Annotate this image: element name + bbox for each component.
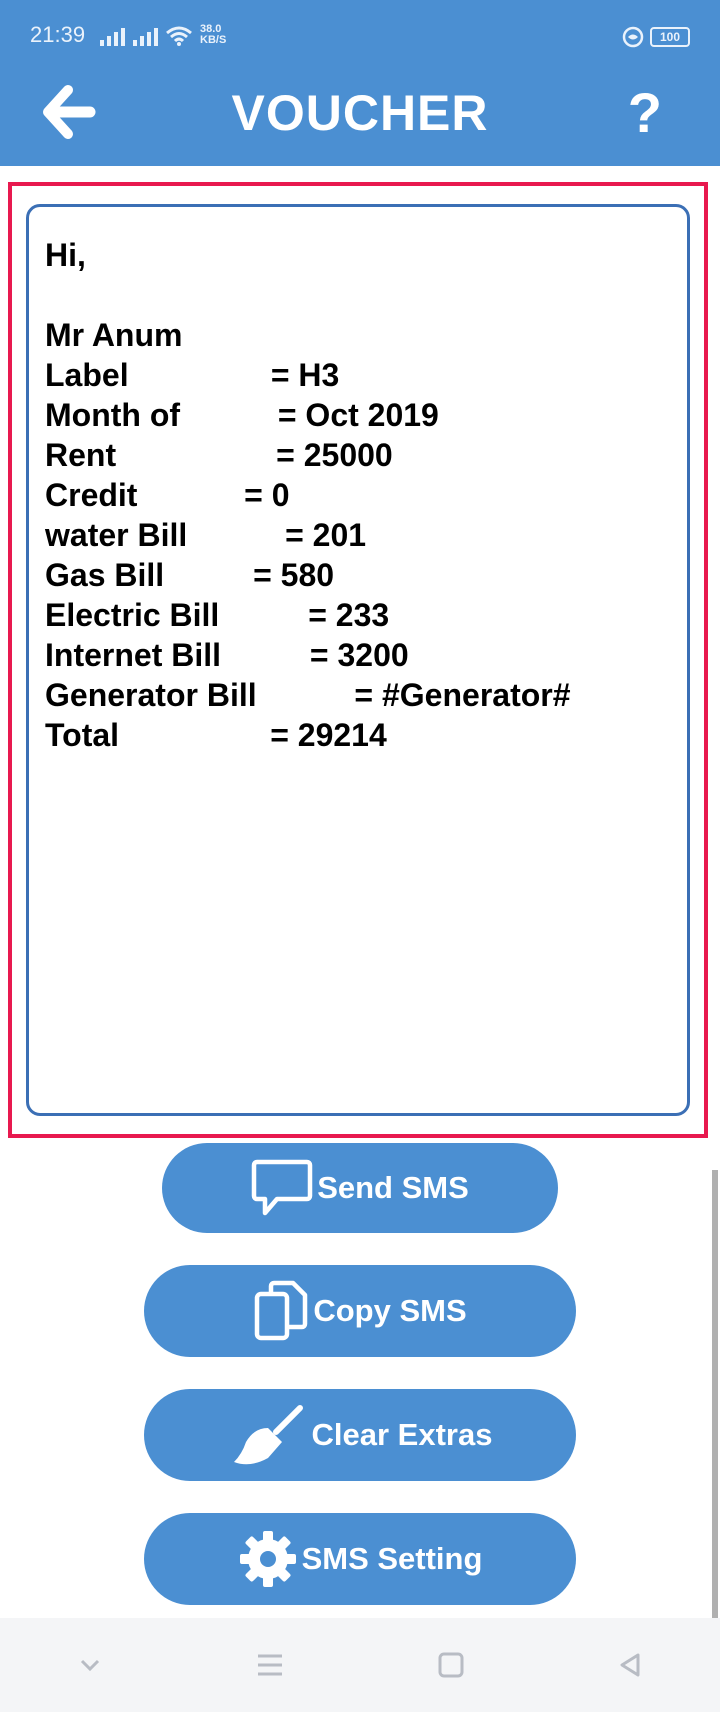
- message-line: water Bill = 201: [45, 515, 671, 555]
- broom-icon: [233, 1405, 303, 1465]
- message-line-key: water Bill: [45, 517, 286, 553]
- menu-icon[interactable]: [255, 1652, 285, 1678]
- sms-setting-label: SMS Setting: [301, 1541, 483, 1576]
- system-nav-bar: [0, 1618, 720, 1712]
- message-line-value: = #Generator#: [354, 677, 571, 713]
- message-line-value: = 3200: [309, 637, 409, 673]
- status-icons: 38.0 KB/S: [100, 24, 226, 46]
- message-line-key: Internet Bill: [45, 637, 310, 673]
- battery-level: 100: [650, 27, 690, 47]
- message-line: Generator Bill = #Generator#: [45, 675, 671, 715]
- sms-setting-button[interactable]: SMS Setting: [144, 1513, 576, 1605]
- message-line-value: = 29214: [270, 717, 387, 753]
- clear-extras-button[interactable]: Clear Extras: [144, 1389, 576, 1481]
- clear-extras-label: Clear Extras: [311, 1417, 493, 1452]
- message-line: Credit = 0: [45, 475, 671, 515]
- message-line-key: Total: [45, 717, 271, 753]
- message-line: Total = 29214: [45, 715, 671, 755]
- home-icon[interactable]: [437, 1651, 465, 1679]
- message-line-value: = Oct 2019: [277, 397, 439, 433]
- message-line-value: = 233: [308, 597, 390, 633]
- message-line-key: Generator Bill: [45, 677, 355, 713]
- message-line: Rent = 25000: [45, 435, 671, 475]
- message-line: Internet Bill = 3200: [45, 635, 671, 675]
- signal-icon: [100, 28, 125, 46]
- wifi-icon: [166, 26, 192, 46]
- scrollbar[interactable]: [712, 1170, 718, 1618]
- message-line-key: Electric Bill: [45, 597, 309, 633]
- sync-icon: [622, 26, 644, 48]
- battery-indicator: 100: [622, 26, 690, 48]
- message-line-key: Hi,: [45, 237, 86, 273]
- message-line-key: Rent: [45, 437, 277, 473]
- message-line: Hi,: [45, 235, 671, 275]
- chevron-down-icon[interactable]: [76, 1655, 104, 1675]
- copy-sms-button[interactable]: Copy SMS: [144, 1265, 576, 1357]
- message-line: Mr Anum: [45, 315, 671, 355]
- send-sms-button[interactable]: Send SMS: [162, 1143, 558, 1233]
- message-line-key: Credit: [45, 477, 245, 513]
- message-line: Gas Bill = 580: [45, 555, 671, 595]
- signal-icon-2: [133, 28, 158, 46]
- message-line-value: = 25000: [276, 437, 393, 473]
- message-line-key: Month of: [45, 397, 278, 433]
- message-line-value: = H3: [270, 357, 340, 393]
- message-highlight-frame: Hi, Mr Anum Label = H3 Month of = Oct 2019 R…: [8, 182, 708, 1138]
- help-button[interactable]: ?: [628, 80, 662, 145]
- message-line: Electric Bill = 233: [45, 595, 671, 635]
- page-title: VOUCHER: [231, 85, 489, 141]
- back-icon[interactable]: [616, 1651, 644, 1679]
- sms-message-box[interactable]: Hi, Mr Anum Label = H3 Month of = Oct 2019 R…: [26, 204, 690, 1116]
- message-line: Month of = Oct 2019: [45, 395, 671, 435]
- send-sms-label: Send SMS: [317, 1170, 469, 1205]
- message-line-key: Gas Bill: [45, 557, 254, 593]
- message-line-key: Mr Anum: [45, 317, 183, 353]
- message-line: Label = H3: [45, 355, 671, 395]
- copy-sms-label: Copy SMS: [313, 1293, 467, 1328]
- copy-icon: [255, 1280, 308, 1341]
- gear-icon: [239, 1531, 296, 1587]
- sms-message-text[interactable]: Hi, Mr Anum Label = H3 Month of = Oct 2019 R…: [45, 235, 671, 755]
- net-speed: 38.0 KB/S: [200, 23, 227, 46]
- message-line: [45, 275, 671, 315]
- status-time: 21:39: [30, 22, 86, 47]
- app-bar: 21:39 38.0 KB/S 100 VOUCHER ?: [0, 0, 720, 166]
- chat-icon: [251, 1159, 313, 1216]
- message-line-key: Label: [45, 357, 271, 393]
- message-line-value: = 580: [253, 557, 335, 593]
- message-line-value: = 201: [285, 517, 367, 553]
- message-line-value: = 0: [244, 477, 290, 513]
